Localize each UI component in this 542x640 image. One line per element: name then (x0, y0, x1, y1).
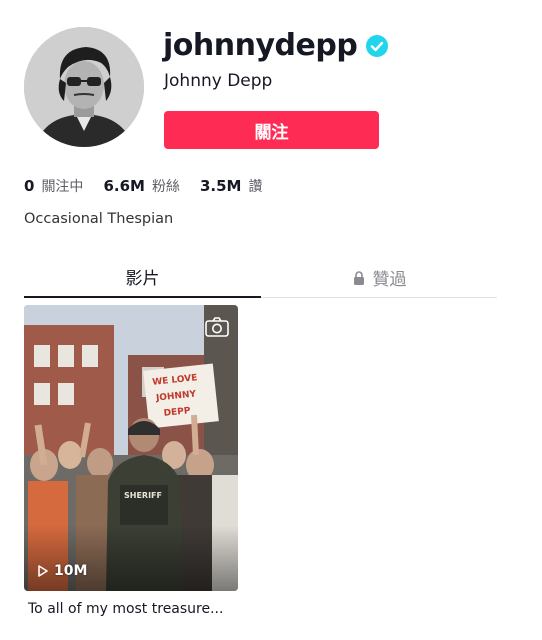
lock-icon (353, 270, 365, 285)
video-thumbnail-image: WE LOVE JOHNNY DEPP SHERIFF (24, 305, 238, 591)
stat-value: 3.5M (199, 177, 242, 195)
followers-count[interactable]: 6.6M 粉絲 (103, 176, 180, 196)
video-thumbnail[interactable]: WE LOVE JOHNNY DEPP SHERIFF 10M (24, 305, 238, 591)
stat-label: 關注中 (41, 179, 84, 195)
follow-button[interactable]: 關注 (164, 111, 379, 149)
stat-value: 6.6M (103, 177, 145, 195)
username: johnnydepp (163, 28, 358, 63)
verified-badge-icon (365, 34, 389, 58)
display-name: Johnny Depp (164, 71, 273, 91)
video-caption[interactable]: To all of my most treasure... (28, 601, 223, 617)
view-count: 10M (38, 563, 87, 579)
vest-text: SHERIFF (124, 491, 162, 500)
bio: Occasional Thespian (24, 211, 174, 227)
likes-count: 3.5M 讚 (200, 176, 263, 196)
tab-label: 影片 (125, 269, 160, 289)
tab-videos[interactable]: 影片 (24, 257, 261, 298)
play-icon (38, 565, 48, 577)
stat-value: 0 (24, 177, 35, 195)
following-count[interactable]: 0 關注中 (24, 176, 83, 196)
username-row: johnnydepp (163, 28, 389, 63)
stat-label: 粉絲 (151, 179, 180, 195)
stat-label: 讚 (248, 179, 263, 195)
avatar[interactable] (24, 27, 144, 147)
camera-icon (205, 317, 229, 337)
view-count-value: 10M (54, 563, 88, 579)
profile-tabs: 影片 贊過 (24, 257, 497, 298)
tab-label: 贊過 (372, 269, 407, 290)
profile-stats: 0 關注中 6.6M 粉絲 3.5M 讚 (24, 176, 282, 196)
tab-liked[interactable]: 贊過 (261, 257, 498, 297)
